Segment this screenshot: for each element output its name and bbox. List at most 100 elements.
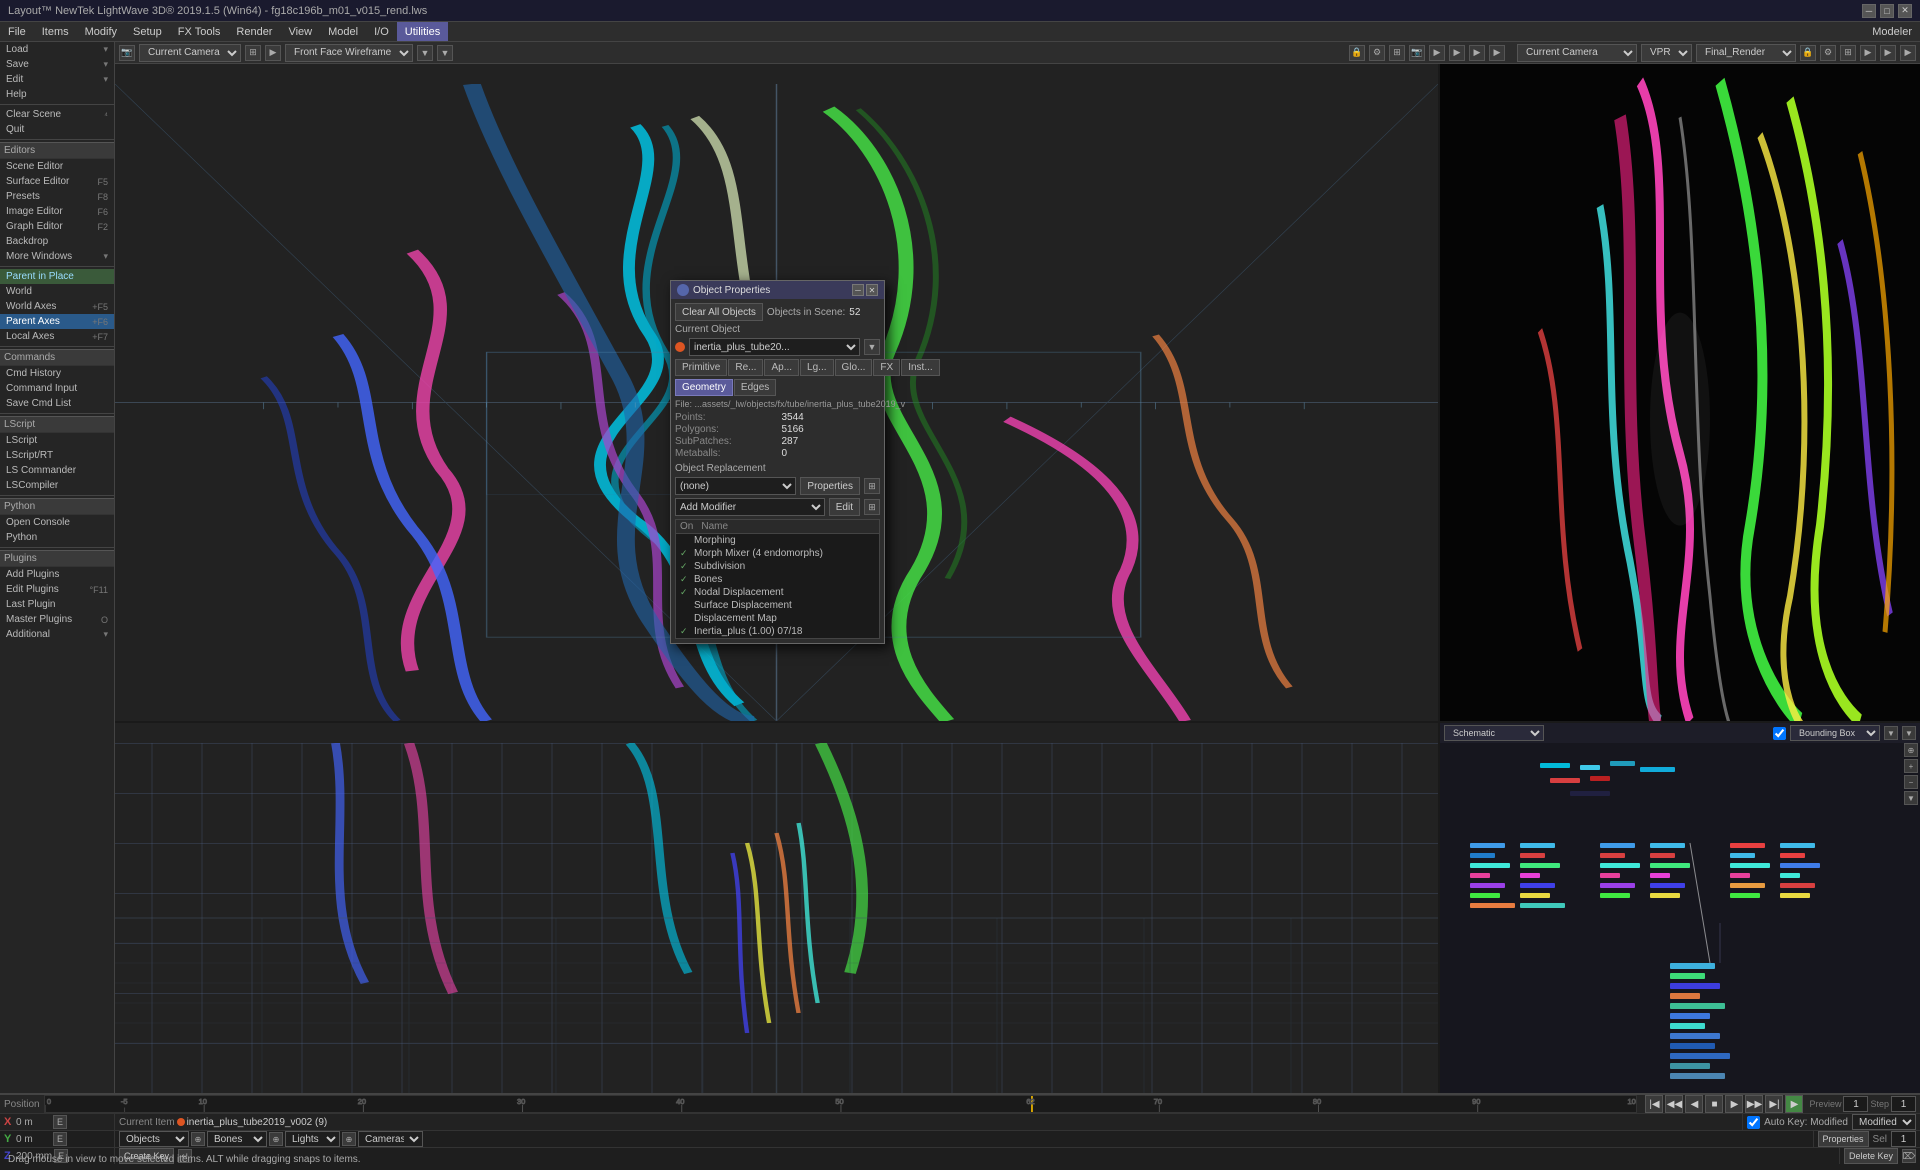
menu-modify[interactable]: Modify — [77, 22, 125, 41]
vp-grid-icon[interactable]: ⊞ — [1840, 45, 1856, 61]
modifier-morph-mixer[interactable]: ✓ Morph Mixer (4 endomorphs) — [676, 547, 879, 560]
camera-select[interactable]: Current Camera — [139, 44, 241, 62]
sidebar-world-axes[interactable]: World Axes +F5 — [0, 299, 114, 314]
sch-btn1[interactable]: ▼ — [1884, 726, 1898, 740]
menu-fxtools[interactable]: FX Tools — [170, 22, 229, 41]
obj-options-icon[interactable]: ⊞ — [864, 478, 880, 494]
tab-geometry[interactable]: Geometry — [675, 379, 733, 396]
schematic-viewport[interactable]: Schematic Bounding Box ▼ ▼ — [1440, 723, 1920, 1093]
sidebar-save[interactable]: Save ▾ — [0, 57, 114, 72]
schematic-select[interactable]: Schematic — [1444, 725, 1544, 741]
objects-select[interactable]: Objects — [119, 1131, 189, 1147]
view-icon5[interactable]: ▶ — [1449, 45, 1465, 61]
menu-io[interactable]: I/O — [366, 22, 397, 41]
menu-setup[interactable]: Setup — [125, 22, 170, 41]
vp-icon3[interactable]: ▶ — [1900, 45, 1916, 61]
cameras-select[interactable]: Cameras — [358, 1131, 423, 1147]
close-btn[interactable]: ✕ — [1898, 4, 1912, 18]
render-select[interactable]: Final_Render — [1696, 44, 1796, 62]
view-icon6[interactable]: ▶ — [1469, 45, 1485, 61]
bbox-select[interactable]: Bounding Box — [1790, 725, 1880, 741]
objects-expand[interactable]: ⊕ — [191, 1132, 205, 1146]
modifier-nodal-disp[interactable]: ✓ Nodal Displacement — [676, 586, 879, 599]
sch-btn2[interactable]: ▼ — [1902, 726, 1916, 740]
sidebar-load[interactable]: Load ▾ — [0, 42, 114, 57]
sel-properties-btn[interactable]: Properties — [1818, 1131, 1869, 1147]
sidebar-last-plugin[interactable]: Last Plugin — [0, 597, 114, 612]
bottom-left-viewport[interactable] — [115, 723, 1438, 1093]
sch-zoom-fit[interactable]: ⊕ — [1904, 743, 1918, 757]
sidebar-lscript-rt[interactable]: LScript/RT — [0, 448, 114, 463]
play-btn[interactable]: ▶ — [1785, 1095, 1803, 1113]
y-e-btn[interactable]: E — [53, 1132, 67, 1146]
sidebar-lscript[interactable]: LScript — [0, 433, 114, 448]
sch-scroll[interactable]: ▼ — [1904, 791, 1918, 805]
step-value[interactable] — [1891, 1096, 1916, 1112]
sidebar-cmd-history[interactable]: Cmd History — [0, 366, 114, 381]
replacement-select[interactable]: (none) — [675, 477, 796, 495]
step-input[interactable] — [1843, 1096, 1868, 1112]
settings-icon[interactable]: ⚙ — [1369, 45, 1385, 61]
lock-icon[interactable]: 🔒 — [1349, 45, 1365, 61]
sel-input[interactable] — [1891, 1131, 1916, 1147]
menu-render[interactable]: Render — [228, 22, 280, 41]
grid-icon[interactable]: ⊞ — [1389, 45, 1405, 61]
modifier-morphing[interactable]: Morphing — [676, 534, 879, 547]
tab-glo[interactable]: Glo... — [835, 359, 873, 376]
sidebar-presets[interactable]: Presets F8 — [0, 189, 114, 204]
clear-all-objects-btn[interactable]: Clear All Objects — [675, 303, 763, 321]
right-camera-select[interactable]: Current Camera — [1517, 44, 1637, 62]
sidebar-add-plugins[interactable]: Add Plugins — [0, 567, 114, 582]
sch-zoom-in[interactable]: + — [1904, 759, 1918, 773]
vp-lock-icon[interactable]: 🔒 — [1800, 45, 1816, 61]
sidebar-world[interactable]: World — [0, 284, 114, 299]
sidebar-help[interactable]: Help — [0, 87, 114, 102]
bones-select[interactable]: Bones — [207, 1131, 267, 1147]
tab-re[interactable]: Re... — [728, 359, 763, 376]
modifier-inertia[interactable]: ✓ Inertia_plus (1.00) 07/18 — [676, 625, 879, 638]
sidebar-edit-plugins[interactable]: Edit Plugins °F11 — [0, 582, 114, 597]
next-1frame-btn[interactable]: ▶ — [1725, 1095, 1743, 1113]
goto-end-btn[interactable]: ▶| — [1765, 1095, 1783, 1113]
next-frame-btn[interactable]: ▶▶ — [1745, 1095, 1763, 1113]
modifier-surface-disp[interactable]: Surface Displacement — [676, 599, 879, 612]
maximize-btn[interactable]: □ — [1880, 4, 1894, 18]
sidebar-quit[interactable]: Quit — [0, 122, 114, 137]
modifier-subdivision[interactable]: ✓ Subdivision — [676, 560, 879, 573]
menu-view[interactable]: View — [280, 22, 320, 41]
sidebar-additional[interactable]: Additional ▾ — [0, 627, 114, 642]
view-mode-select[interactable]: Front Face Wireframe — [285, 44, 413, 62]
menu-model[interactable]: Model — [320, 22, 366, 41]
view-icon4[interactable]: ▶ — [1429, 45, 1445, 61]
delete-key-btn[interactable]: Delete Key — [1844, 1148, 1898, 1164]
prev-1frame-btn[interactable]: ◀ — [1685, 1095, 1703, 1113]
sch-zoom-out[interactable]: − — [1904, 775, 1918, 789]
sidebar-surface-editor[interactable]: Surface Editor F5 — [0, 174, 114, 189]
view-icon3[interactable]: ▼ — [437, 45, 453, 61]
dialog-close[interactable]: ✕ — [866, 284, 878, 296]
sidebar-master-plugins[interactable]: Master Plugins O — [0, 612, 114, 627]
top-right-viewport[interactable] — [1440, 64, 1920, 721]
timeline-ruler[interactable]: 0 -5 10 20 30 40 — [44, 1095, 1638, 1113]
view-icon2[interactable]: ▼ — [417, 45, 433, 61]
dialog-title-bar[interactable]: Object Properties ─ ✕ — [671, 281, 884, 299]
menu-items[interactable]: Items — [34, 22, 77, 41]
obj-select-arrow[interactable]: ▼ — [864, 339, 880, 355]
sidebar-image-editor[interactable]: Image Editor F6 — [0, 204, 114, 219]
camera-icon[interactable]: 📷 — [119, 45, 135, 61]
vp-settings-icon[interactable]: ⚙ — [1820, 45, 1836, 61]
prev-frame-btn[interactable]: ◀◀ — [1665, 1095, 1683, 1113]
camera-icon2[interactable]: 📷 — [1409, 45, 1425, 61]
sidebar-lscompiler[interactable]: LSCompiler — [0, 478, 114, 493]
stop-btn[interactable]: ■ — [1705, 1095, 1723, 1113]
vp-icon2[interactable]: ▶ — [1880, 45, 1896, 61]
sidebar-clear-scene[interactable]: Clear Scene ⁴ — [0, 107, 114, 122]
sidebar-scene-editor[interactable]: Scene Editor — [0, 159, 114, 174]
auto-key-select[interactable]: Modified — [1852, 1114, 1916, 1130]
properties-btn[interactable]: Properties — [800, 477, 860, 495]
sidebar-ls-commander[interactable]: LS Commander — [0, 463, 114, 478]
sidebar-parent-axes[interactable]: Parent Axes +F6 — [0, 314, 114, 329]
lights-expand[interactable]: ⊕ — [269, 1132, 283, 1146]
view-icon7[interactable]: ▶ — [1489, 45, 1505, 61]
modifier-bones[interactable]: ✓ Bones — [676, 573, 879, 586]
